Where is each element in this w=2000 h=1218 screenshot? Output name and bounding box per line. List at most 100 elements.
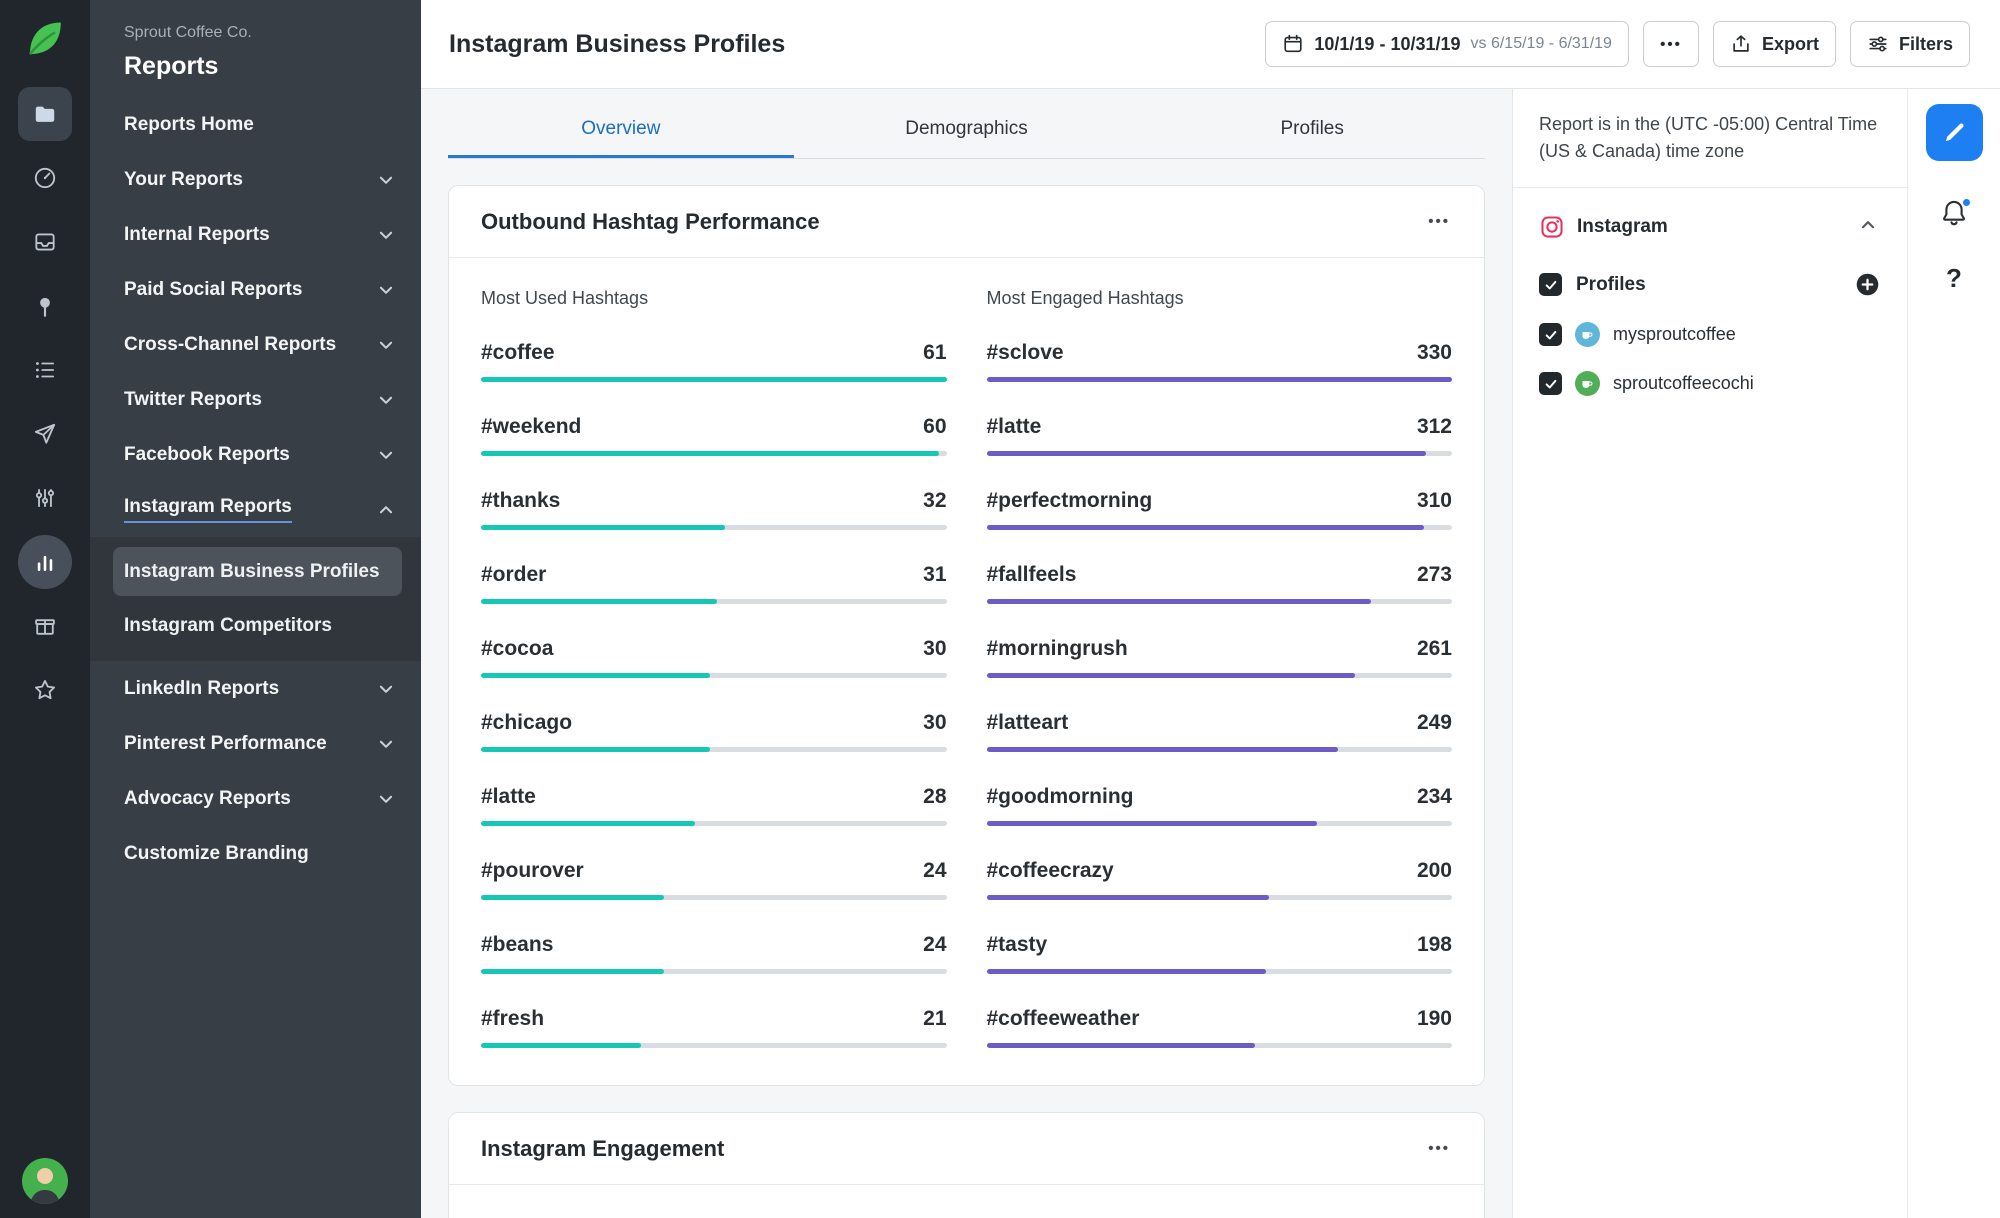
date-compare-text: vs 6/15/19 - 6/31/19 — [1470, 35, 1612, 52]
rail-item-publishing[interactable] — [16, 402, 74, 466]
rail-item-gift[interactable] — [16, 594, 74, 658]
hashtag-bar-track — [986, 1043, 1452, 1048]
hashtag-value: 190 — [1416, 1007, 1452, 1030]
chevron-down-icon — [379, 396, 393, 404]
rail-item-dashboard[interactable] — [16, 146, 74, 210]
notification-dot — [1961, 197, 1972, 208]
most-engaged-hashtags-column: Most Engaged Hashtags #sclove 330 #latte… — [986, 288, 1452, 1081]
hashtag-bar-fill — [481, 747, 711, 752]
add-profile-button[interactable] — [1854, 271, 1881, 298]
filters-button[interactable]: Filters — [1849, 21, 1970, 67]
profile-row-mysproutcoffee[interactable]: mysproutcoffee — [1539, 322, 1881, 347]
hashtag-bar-track — [986, 673, 1452, 678]
hashtag-row: #coffee 61 — [481, 341, 947, 382]
rail-item-pin[interactable] — [16, 274, 74, 338]
sidebar-item-linkedin-reports[interactable]: LinkedIn Reports — [90, 661, 421, 716]
primary-nav-rail — [0, 0, 90, 1218]
profile-row-sproutcoffeecochi[interactable]: sproutcoffeecochi — [1539, 371, 1881, 396]
hashtag-bar-track — [481, 1043, 947, 1048]
user-avatar[interactable] — [22, 1158, 68, 1204]
sidebar-item-reports-home[interactable]: Reports Home — [90, 97, 421, 152]
hashtag-label: #cocoa — [481, 637, 554, 660]
tab-profiles[interactable]: Profiles — [1139, 105, 1485, 158]
body-row: Overview Demographics Profiles Outbound Ha… — [421, 89, 2000, 1218]
sidebar-item-internal-reports[interactable]: Internal Reports — [90, 207, 421, 262]
rail-item-list[interactable] — [16, 338, 74, 402]
hashtag-label: #goodmorning — [986, 785, 1134, 808]
rail-item-reports[interactable] — [16, 530, 74, 594]
card-more-button[interactable]: ••• — [1426, 209, 1452, 234]
folder-icon-box — [18, 87, 72, 141]
hashtag-bar-track — [986, 747, 1452, 752]
hashtag-label: #latte — [986, 415, 1042, 438]
hashtag-bar-track — [481, 525, 947, 530]
rail-item-inbox[interactable] — [16, 210, 74, 274]
hashtag-bar-track — [986, 525, 1452, 530]
sidebar-item-label: Instagram Reports — [124, 496, 292, 523]
hashtag-bar-track — [481, 377, 947, 382]
hashtag-bar-track — [481, 821, 947, 826]
hashtag-row: #weekend 60 — [481, 415, 947, 456]
hashtag-bar-fill — [986, 377, 1452, 382]
sidebar-item-twitter-reports[interactable]: Twitter Reports — [90, 372, 421, 427]
sprout-logo[interactable] — [22, 16, 68, 62]
rail-item-star[interactable] — [16, 658, 74, 722]
hashtag-label: #perfectmorning — [986, 489, 1153, 512]
hashtag-bar-track — [986, 599, 1452, 604]
hashtag-row: #latteart 249 — [986, 711, 1452, 752]
chevron-down-icon — [379, 740, 393, 748]
gift-icon — [35, 619, 55, 635]
compose-button[interactable] — [1925, 104, 1983, 161]
hashtag-value: 24 — [923, 859, 947, 882]
hashtag-bar-fill — [986, 969, 1266, 974]
sidebar-item-facebook-reports[interactable]: Facebook Reports — [90, 427, 421, 482]
sidebar-title: Reports — [124, 52, 219, 80]
profiles-checkbox[interactable] — [1539, 273, 1562, 296]
sidebar-item-advocacy-reports[interactable]: Advocacy Reports — [90, 771, 421, 826]
hashtag-row: #latte 312 — [986, 415, 1452, 456]
export-button[interactable]: Export — [1712, 21, 1836, 67]
hashtag-bar-fill — [986, 895, 1269, 900]
reports-icon-circle — [18, 535, 72, 589]
levels-icon — [35, 488, 55, 508]
sidebar-item-instagram-reports[interactable]: Instagram Reports — [90, 482, 421, 537]
hashtag-row: #order 31 — [481, 563, 947, 604]
hashtag-value: 61 — [923, 341, 947, 364]
company-name: Sprout Coffee Co. — [124, 24, 252, 41]
coffee-mug-icon — [1582, 332, 1593, 339]
tab-demographics[interactable]: Demographics — [794, 105, 1140, 158]
hashtag-row: #perfectmorning 310 — [986, 489, 1452, 530]
help-button[interactable]: ? — [1940, 262, 1968, 295]
hashtag-value: 198 — [1416, 933, 1452, 956]
hashtag-label: #morningrush — [986, 637, 1128, 660]
sidebar-subitem-instagram-business-profiles[interactable]: Instagram Business Profiles — [113, 547, 402, 596]
hashtag-row: #beans 24 — [481, 933, 947, 974]
sidebar-item-your-reports[interactable]: Your Reports — [90, 152, 421, 207]
profile-checkbox[interactable] — [1539, 323, 1562, 346]
rail-item-listening[interactable] — [16, 466, 74, 530]
header-more-button[interactable]: ••• — [1642, 21, 1699, 67]
sidebar-item-paid-social-reports[interactable]: Paid Social Reports — [90, 262, 421, 317]
gauge-icon — [34, 167, 56, 189]
profiles-filter-panel: Report is in the (UTC -05:00) Central Ti… — [1512, 89, 1907, 1218]
card-more-button[interactable]: ••• — [1426, 1136, 1452, 1161]
date-range-text: 10/1/19 - 10/31/19 — [1314, 33, 1461, 54]
sidebar-subitem-instagram-competitors[interactable]: Instagram Competitors — [90, 602, 421, 649]
sidebar-item-cross-channel-reports[interactable]: Cross-Channel Reports — [90, 317, 421, 372]
network-name: Instagram — [1577, 215, 1668, 237]
notifications-button[interactable] — [1936, 195, 1972, 234]
hashtag-label: #chicago — [481, 711, 573, 734]
collapse-network-button[interactable] — [1855, 212, 1881, 241]
most-used-hashtag-rows: #coffee 61 #weekend 60 #thanks 32 #order… — [481, 341, 947, 1048]
date-range-button[interactable]: 10/1/19 - 10/31/19 vs 6/15/19 - 6/31/19 — [1265, 21, 1629, 67]
hashtag-bar-fill — [986, 821, 1317, 826]
rail-item-folder[interactable] — [16, 82, 74, 146]
tab-overview[interactable]: Overview — [448, 105, 794, 158]
sidebar-item-customize-branding[interactable]: Customize Branding — [90, 826, 421, 881]
profile-checkbox[interactable] — [1539, 372, 1562, 395]
inbox-icon — [35, 233, 55, 251]
hashtag-row: #chicago 30 — [481, 711, 947, 752]
chevron-up-icon — [1861, 221, 1875, 229]
sidebar-subitem-label: Instagram Competitors — [124, 615, 332, 636]
sidebar-item-pinterest-performance[interactable]: Pinterest Performance — [90, 716, 421, 771]
